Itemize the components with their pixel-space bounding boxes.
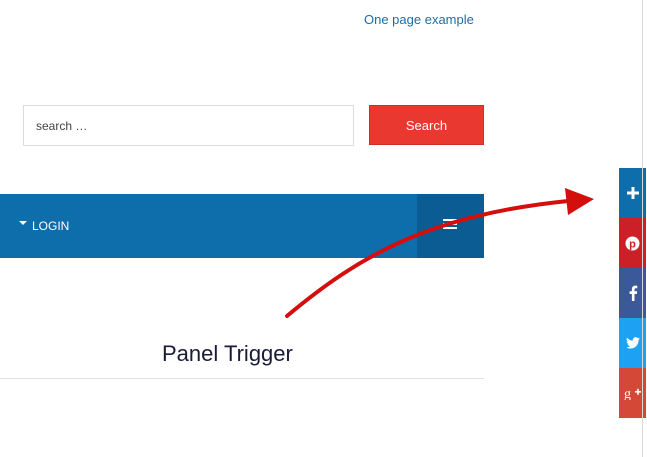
- one-page-example-link[interactable]: One page example: [364, 12, 474, 27]
- nav-bar: LOGIN: [0, 194, 484, 258]
- pinterest-icon: p: [625, 236, 640, 250]
- google-plus-icon: g: [624, 387, 641, 400]
- menu-toggle-button[interactable]: [417, 194, 484, 258]
- caret-down-icon: [19, 221, 27, 225]
- panel-trigger-annotation: Panel Trigger: [162, 341, 293, 366]
- nav-login-item[interactable]: LOGIN: [19, 194, 69, 258]
- twitter-icon: [625, 337, 640, 349]
- divider: [0, 378, 484, 379]
- nav-login-label: LOGIN: [32, 219, 70, 233]
- plus-icon: [626, 187, 639, 199]
- svg-text:p: p: [629, 238, 636, 250]
- svg-text:g: g: [624, 387, 631, 400]
- search-input[interactable]: [23, 105, 354, 146]
- facebook-icon: [629, 285, 637, 301]
- hamburger-icon: [443, 219, 457, 229]
- page-edge-border: [642, 0, 643, 457]
- search-button[interactable]: Search: [369, 105, 484, 145]
- page: One page example Search LOGIN Panel Trig…: [0, 0, 647, 457]
